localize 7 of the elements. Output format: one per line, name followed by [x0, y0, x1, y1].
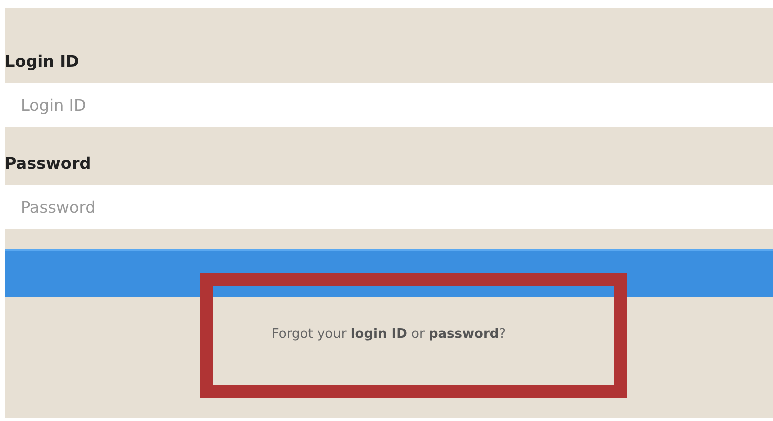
- forgot-link[interactable]: login ID: [350, 327, 408, 342]
- input-field[interactable]: Login ID: [5, 83, 773, 127]
- field-label: Password: [5, 154, 92, 174]
- forgot-link[interactable]: password: [428, 327, 500, 342]
- field-label: Login ID: [5, 52, 80, 72]
- forgot-text: Forgot your login ID or password?: [270, 327, 508, 342]
- input-field[interactable]: Password: [5, 185, 773, 229]
